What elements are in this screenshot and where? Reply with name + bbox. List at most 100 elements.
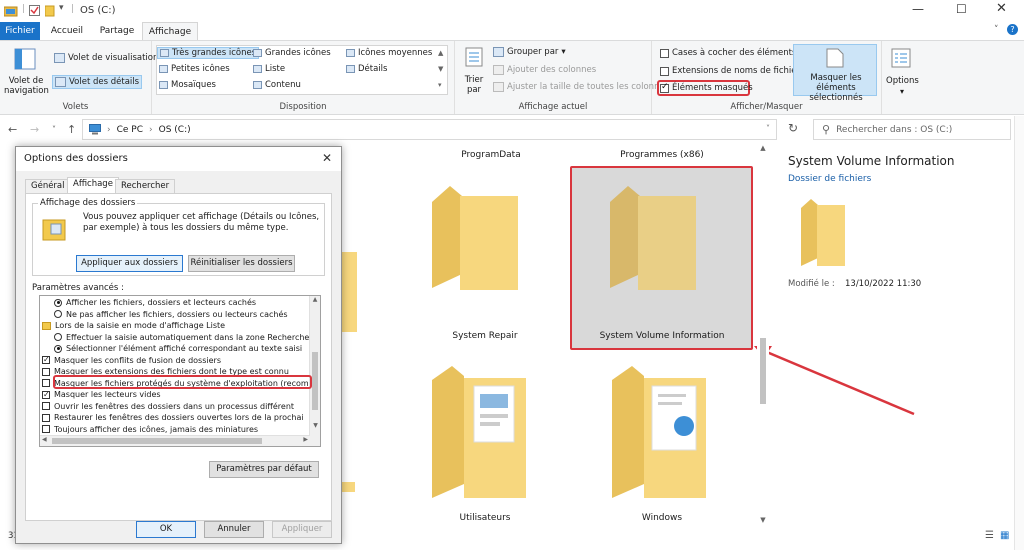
layout-details[interactable]: Détails	[346, 64, 387, 74]
navigation-pane-button[interactable]: Volet de navigation	[4, 45, 49, 100]
options-button[interactable]: Options ▾	[886, 45, 919, 100]
checkbox[interactable]	[42, 389, 50, 400]
radio-button[interactable]	[54, 310, 62, 318]
forward-icon[interactable]: →	[30, 123, 39, 136]
hidden-items-toggle[interactable]: Éléments masqués	[660, 82, 753, 93]
ok-button[interactable]: OK	[136, 521, 196, 538]
folder-icon[interactable]	[610, 364, 710, 502]
address-box[interactable]: › Ce PC › OS (C:) ˅	[82, 119, 777, 140]
file-extensions-checkbox[interactable]	[660, 66, 669, 76]
dialog-tab-general[interactable]: Général	[25, 179, 71, 193]
up-icon[interactable]: ↑	[67, 123, 76, 136]
item-checkboxes-toggle[interactable]: Cases à cocher des éléments	[660, 48, 796, 58]
refresh-icon[interactable]: ↻	[788, 121, 798, 135]
hide-selected-button[interactable]: Masquer les éléments sélectionnés	[793, 44, 877, 103]
checkbox[interactable]	[42, 367, 50, 376]
advanced-setting-item[interactable]: Afficher les fichiers, dossiers et lecte…	[54, 297, 256, 308]
list-scroll-thumb[interactable]	[312, 352, 318, 410]
explorer-icon[interactable]	[4, 5, 18, 17]
help-icon[interactable]: ?	[1007, 24, 1018, 35]
apply-to-folders-button[interactable]: Appliquer aux dossiers	[76, 255, 183, 272]
sort-by-button[interactable]: Trier par	[461, 45, 487, 99]
size-columns-button[interactable]: Ajuster la taille de toutes les colonnes	[493, 82, 669, 92]
folder-label-windows[interactable]: Windows	[592, 513, 732, 523]
dialog-close-icon[interactable]: ✕	[322, 151, 332, 165]
checkbox[interactable]	[42, 379, 50, 387]
recent-dropdown-icon[interactable]: ˅	[52, 125, 56, 134]
checkbox[interactable]	[42, 354, 50, 365]
gallery-scroll-up-icon[interactable]: ▲	[438, 49, 443, 57]
advanced-list-hscrollbar[interactable]: ◀ ▶	[40, 435, 310, 446]
checkbox[interactable]	[42, 402, 50, 410]
file-list-scrollbar[interactable]: ▲ ▼	[757, 142, 769, 527]
advanced-setting-item[interactable]: Ouvrir les fenêtres des dossiers dans un…	[42, 401, 294, 412]
radio-button[interactable]	[54, 298, 62, 307]
layout-content[interactable]: Contenu	[253, 80, 301, 90]
folder-label-programmes-x86[interactable]: Programmes (x86)	[592, 150, 732, 160]
advanced-setting-item[interactable]: Restaurer les fenêtres des dossiers ouve…	[42, 412, 304, 423]
layout-extra-large-icons[interactable]: Très grandes icônes	[157, 47, 260, 59]
advanced-setting-item[interactable]: Effectuer la saisie automatiquement dans…	[54, 332, 309, 343]
gallery-expand-icon[interactable]: ▾	[438, 81, 442, 89]
tab-fichier[interactable]: Fichier	[0, 22, 40, 40]
list-scroll-up-icon[interactable]: ▲	[310, 296, 320, 303]
layout-medium-icons[interactable]: Icônes moyennes	[346, 48, 432, 58]
list-hscroll-thumb[interactable]	[52, 438, 262, 444]
cancel-button[interactable]: Annuler	[204, 521, 264, 538]
minimize-icon[interactable]: —	[912, 2, 924, 16]
dialog-tab-affichage[interactable]: Affichage	[67, 177, 119, 194]
details-view-icon[interactable]: ☰	[985, 530, 994, 541]
add-columns-button[interactable]: Ajouter des colonnes	[493, 65, 596, 75]
layout-large-icons[interactable]: Grandes icônes	[253, 48, 331, 58]
layout-tiles[interactable]: Mosaïques	[159, 80, 216, 90]
preview-pane-button[interactable]: Volet de visualisation	[54, 53, 158, 63]
dialog-tab-rechercher[interactable]: Rechercher	[115, 179, 176, 193]
close-icon[interactable]: ✕	[996, 1, 1007, 16]
group-by-button[interactable]: Grouper par ▾	[493, 47, 566, 57]
maximize-icon[interactable]: ☐	[956, 2, 967, 16]
advanced-setting-item[interactable]: Sélectionner l'élément affiché correspon…	[54, 343, 302, 354]
reset-folders-button[interactable]: Réinitialiser les dossiers	[188, 255, 295, 272]
file-extensions-toggle[interactable]: Extensions de noms de fichiers	[660, 66, 804, 76]
details-pane-button[interactable]: Volet des détails	[52, 75, 143, 89]
advanced-setting-item[interactable]: Toujours afficher des icônes, jamais des…	[42, 424, 258, 435]
hidden-items-checkbox[interactable]	[660, 82, 669, 93]
scroll-up-icon[interactable]: ▲	[757, 144, 769, 152]
radio-button[interactable]	[54, 333, 62, 341]
breadcrumb-os-c[interactable]: OS (C:)	[159, 125, 191, 135]
apply-button[interactable]: Appliquer	[272, 521, 332, 538]
folder-label-system-repair[interactable]: System Repair	[415, 331, 555, 341]
item-checkboxes-checkbox[interactable]	[660, 48, 669, 58]
large-icons-view-icon[interactable]: ▦	[1000, 530, 1009, 541]
back-icon[interactable]: ←	[8, 123, 17, 136]
tab-affichage[interactable]: Affichage	[142, 22, 198, 40]
tab-partage[interactable]: Partage	[94, 22, 140, 40]
new-folder-icon[interactable]	[45, 5, 55, 17]
folder-label-programdata[interactable]: ProgramData	[421, 150, 561, 160]
gallery-scroll-down-icon[interactable]: ▼	[438, 65, 443, 73]
list-scroll-right-icon[interactable]: ▶	[303, 436, 308, 443]
properties-icon[interactable]	[29, 5, 41, 17]
advanced-setting-item[interactable]: Lors de la saisie en mode d'affichage Li…	[42, 320, 225, 331]
radio-button[interactable]	[54, 344, 62, 353]
layout-small-icons[interactable]: Petites icônes	[159, 64, 230, 74]
restore-defaults-button[interactable]: Paramètres par défaut	[209, 461, 319, 478]
layout-list[interactable]: Liste	[253, 64, 285, 74]
scrollbar-thumb[interactable]	[760, 338, 766, 404]
advanced-setting-item[interactable]: Ne pas afficher les fichiers, dossiers o…	[54, 309, 288, 320]
address-dropdown-icon[interactable]: ˅	[766, 124, 770, 133]
scroll-down-icon[interactable]: ▼	[757, 516, 769, 524]
qat-dropdown-icon[interactable]: ▾	[59, 3, 64, 13]
list-scroll-down-icon[interactable]: ▼	[310, 422, 320, 429]
checkbox[interactable]	[42, 425, 50, 433]
tab-accueil[interactable]: Accueil	[44, 22, 90, 40]
breadcrumb-ce-pc[interactable]: Ce PC	[117, 125, 143, 135]
advanced-list-scrollbar[interactable]: ▲ ▼	[309, 296, 320, 446]
checkbox[interactable]	[42, 413, 50, 422]
folder-icon[interactable]	[430, 364, 530, 502]
list-scroll-left-icon[interactable]: ◀	[42, 436, 47, 443]
folder-icon[interactable]	[430, 184, 520, 292]
search-box[interactable]: ⚲ Rechercher dans : OS (C:)	[813, 119, 1011, 140]
folder-label-utilisateurs[interactable]: Utilisateurs	[415, 513, 555, 523]
ribbon-collapse-icon[interactable]: ˅	[994, 25, 999, 35]
